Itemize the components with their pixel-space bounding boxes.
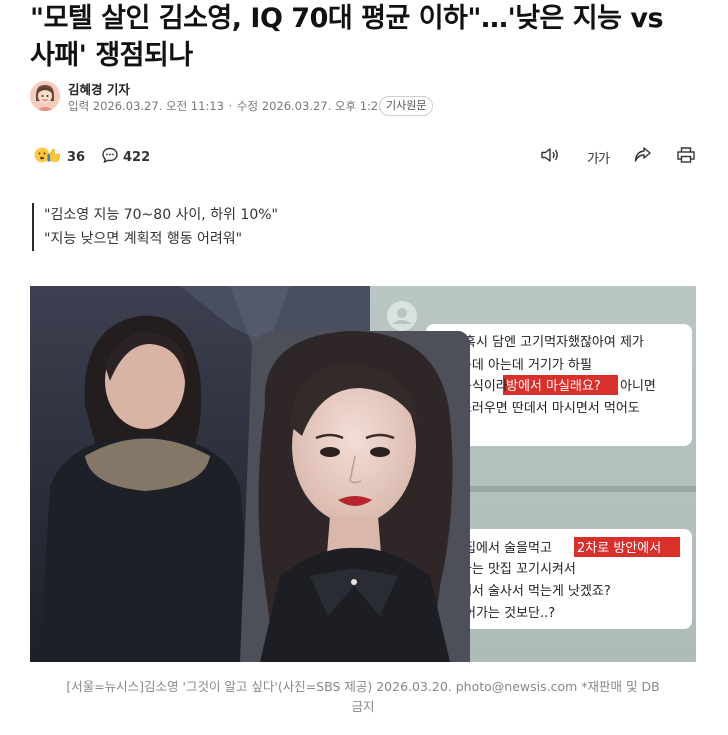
- article-dates: 입력 2026.03.27. 오전 11:13 · 수정 2026.03.27.…: [68, 99, 386, 113]
- article-summary: "김소영 지능 70~80 사이, 하위 10%" "지능 낮으면 계획적 행동…: [32, 203, 278, 251]
- article-page: "모텔 살인 김소영, IQ 70대 평균 이하"…'낮은 지능 vs 사패' …: [0, 0, 728, 735]
- original-article-button[interactable]: 기사원문: [379, 96, 434, 116]
- speaker-icon: [540, 146, 560, 168]
- headline-line-2: 사패' 쟁점되나: [30, 40, 193, 71]
- input-label: 입력: [68, 99, 90, 113]
- print-button[interactable]: [675, 146, 697, 168]
- reporter-name[interactable]: 김혜경 기자: [68, 79, 130, 98]
- comment-icon: [101, 146, 119, 168]
- edit-label: 수정: [236, 99, 259, 113]
- headline-line-1: "모텔 살인 김소영, IQ 70대 평균 이하"…'낮은 지능 vs: [30, 3, 664, 34]
- summary-line-2: "지능 낮으면 계획적 행동 어려워": [44, 231, 243, 247]
- chat-bottom-highlight: 2차로 방안에서: [577, 541, 661, 556]
- reaction-button[interactable]: 36: [33, 146, 85, 168]
- reporter-avatar[interactable]: [30, 81, 60, 111]
- comment-button[interactable]: 422: [101, 146, 150, 168]
- share-button[interactable]: [632, 146, 654, 168]
- font-size-button[interactable]: 가가: [583, 146, 613, 168]
- listen-button[interactable]: [539, 146, 561, 168]
- caption-line-2: 금지: [351, 699, 375, 714]
- reaction-emoji-icon: [33, 145, 63, 169]
- input-date: 2026.03.27. 오전 11:13: [92, 99, 224, 113]
- photo-caption: [서울=뉴시스]김소영 '그것이 알고 싶다'(사진=SBS 제공) 2026.…: [30, 677, 696, 717]
- chat-top-highlight: 방에서 마실래요?: [506, 379, 601, 394]
- edit-date: 2026.03.27. 오후 1:23: [261, 99, 386, 113]
- reaction-count: 36: [67, 149, 86, 165]
- share-icon: [633, 146, 653, 168]
- caption-line-1: [서울=뉴시스]김소영 '그것이 알고 싶다'(사진=SBS 제공) 2026.…: [66, 679, 660, 694]
- chat-top-line-3-post: 아니면: [620, 379, 656, 394]
- article-headline: "모텔 살인 김소영, IQ 70대 평균 이하"…'낮은 지능 vs 사패' …: [30, 0, 700, 74]
- comment-count: 422: [123, 149, 151, 165]
- print-icon: [676, 146, 696, 168]
- article-photo[interactable]: 오빠 혹시 담엔 고기먹자했잖아여 제가 맛있는데 아는데 거기가 하필 배달음…: [30, 286, 696, 662]
- summary-line-1: "김소영 지능 70~80 사이, 하위 10%": [44, 207, 278, 223]
